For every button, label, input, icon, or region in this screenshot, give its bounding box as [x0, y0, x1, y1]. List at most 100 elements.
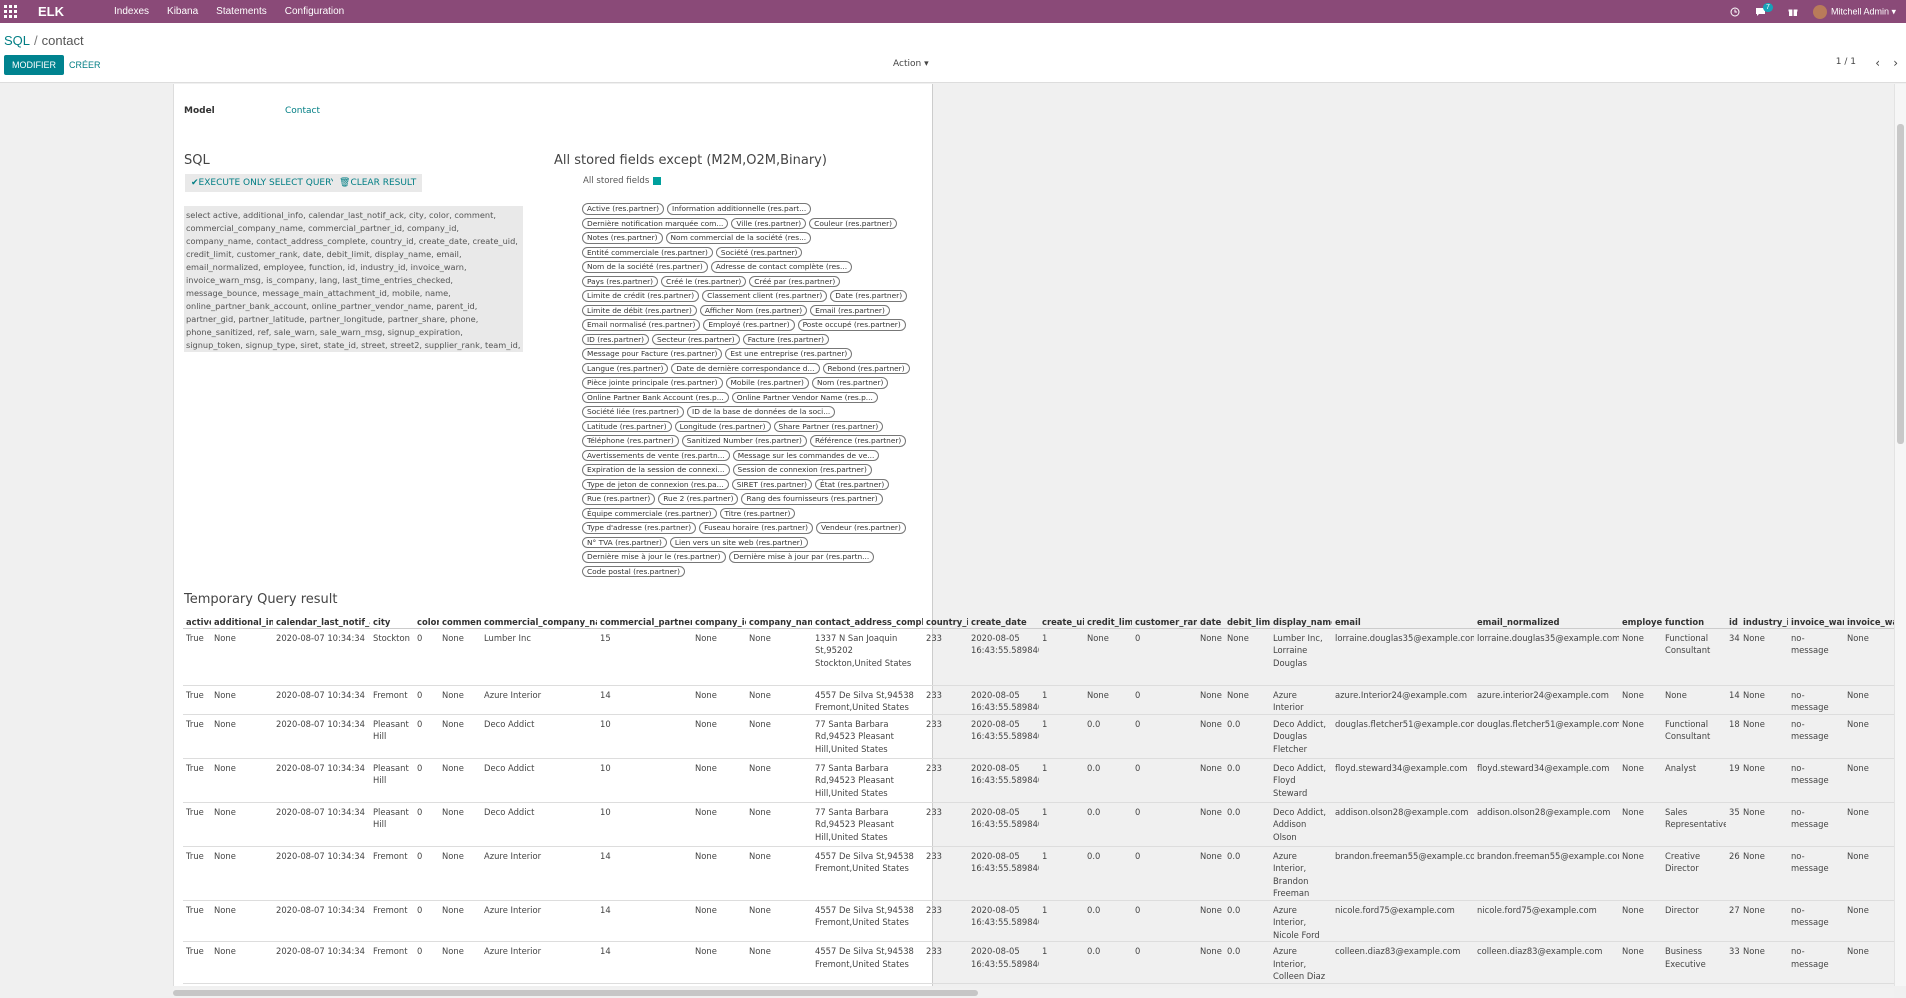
field-tag[interactable]: Secteur (res.partner) — [652, 333, 740, 345]
execute-select-query-button[interactable]: ✔EXECUTE ONLY SELECT QUERY — [185, 174, 343, 192]
clock-icon[interactable] — [1729, 6, 1741, 18]
action-dropdown[interactable]: Action ▾ — [893, 59, 929, 69]
field-tag[interactable]: Notes (res.partner) — [582, 232, 663, 244]
field-tag[interactable]: Vendeur (res.partner) — [816, 522, 906, 534]
field-tag[interactable]: Langue (res.partner) — [582, 362, 669, 374]
field-tag[interactable]: Mobile (res.partner) — [725, 377, 809, 389]
field-tag[interactable]: Créé par (res.partner) — [749, 275, 841, 287]
field-tag[interactable]: Pièce jointe principale (res.partner) — [582, 377, 723, 389]
breadcrumb-sql[interactable]: SQL — [4, 33, 30, 48]
field-tag[interactable]: Sanitized Number (res.partner) — [681, 435, 807, 447]
sql-query-field[interactable]: select active, additional_info, calendar… — [184, 206, 523, 352]
model-value[interactable]: Contact — [285, 106, 320, 116]
field-tag[interactable]: Facture (res.partner) — [742, 333, 830, 345]
table-cell: Azure Interior — [481, 900, 597, 942]
field-tag[interactable]: État (res.partner) — [815, 478, 890, 490]
field-tag[interactable]: Email normalisé (res.partner) — [582, 319, 701, 331]
field-tag[interactable]: Adresse de contact complète (res... — [710, 261, 853, 273]
field-tag[interactable]: Limite de crédit (res.partner) — [582, 290, 700, 302]
user-menu[interactable]: Mitchell Admin ▾ — [1812, 4, 1896, 19]
modify-button[interactable]: MODIFIER — [4, 55, 64, 75]
field-tag[interactable]: Rebond (res.partner) — [822, 362, 910, 374]
field-tag[interactable]: Nom (res.partner) — [811, 377, 889, 389]
field-tag[interactable]: Équipe commerciale (res.partner) — [582, 507, 717, 519]
gift-icon[interactable] — [1787, 6, 1799, 18]
field-tag[interactable]: Est une entreprise (res.partner) — [725, 348, 853, 360]
messages-icon[interactable]: 7 — [1755, 2, 1773, 18]
field-tag[interactable]: ID (res.partner) — [582, 333, 650, 345]
scrollbar-thumb[interactable] — [173, 990, 978, 996]
field-tag[interactable]: Share Partner (res.partner) — [773, 420, 884, 432]
horizontal-scrollbar[interactable] — [173, 988, 1894, 998]
app-brand[interactable]: ELK — [38, 4, 88, 19]
table-cell: 0.0 — [1224, 714, 1270, 759]
pager-value[interactable]: 1 / 1 — [1836, 57, 1856, 67]
field-tag[interactable]: Type de jeton de connexion (res.pa... — [582, 478, 729, 490]
table-cell: Fremont — [370, 685, 414, 715]
field-tag[interactable]: Employé (res.partner) — [703, 319, 795, 331]
table-cell: 0 — [414, 846, 439, 901]
all-stored-fields-toggle[interactable]: All stored fields — [583, 176, 662, 186]
scrollbar-thumb[interactable] — [1897, 124, 1904, 444]
field-tag[interactable]: Date de dernière correspondance d... — [671, 362, 820, 374]
field-tag[interactable]: N° TVA (res.partner) — [582, 536, 667, 548]
table-cell: None — [1619, 900, 1662, 942]
field-tag[interactable]: Société liée (res.partner) — [582, 406, 685, 418]
field-tag[interactable]: Latitude (res.partner) — [582, 420, 672, 432]
field-tag[interactable]: Session de connexion (res.partner) — [732, 464, 872, 476]
field-tag[interactable]: Lien vers un site web (res.partner) — [669, 536, 808, 548]
field-tag[interactable]: Avertissements de vente (res.partn... — [582, 449, 730, 461]
field-tag[interactable]: SIRET (res.partner) — [731, 478, 813, 490]
checkbox-checked-icon[interactable] — [653, 176, 662, 185]
field-tag[interactable]: Online Partner Bank Account (res.p... — [582, 391, 729, 403]
field-tag[interactable]: Couleur (res.partner) — [809, 217, 898, 229]
menu-item-kibana[interactable]: Kibana — [167, 6, 198, 17]
field-tag[interactable]: Entité commerciale (res.partner) — [582, 246, 713, 258]
field-tag[interactable]: Date (res.partner) — [830, 290, 908, 302]
field-tag[interactable]: Fuseau horaire (res.partner) — [699, 522, 814, 534]
field-tag[interactable]: Rue 2 (res.partner) — [658, 493, 739, 505]
table-cell: Deco Addict — [481, 758, 597, 803]
menu-item-configuration[interactable]: Configuration — [285, 6, 344, 17]
apps-grid-icon[interactable] — [4, 5, 24, 18]
chevron-left-icon[interactable]: ‹ — [1875, 56, 1880, 70]
field-tag[interactable]: Information additionnelle (res.part... — [667, 203, 812, 215]
field-tag[interactable]: Dernière mise à jour le (res.partner) — [582, 551, 726, 563]
user-name: Mitchell Admin — [1830, 5, 1889, 16]
field-tag[interactable]: Active (res.partner) — [582, 203, 665, 215]
field-tag[interactable]: Message sur les commandes de ve... — [732, 449, 880, 461]
field-tag[interactable]: Classement client (res.partner) — [702, 290, 828, 302]
menu-item-indexes[interactable]: Indexes — [114, 6, 149, 17]
field-tag[interactable]: Rue (res.partner) — [582, 493, 656, 505]
field-tag[interactable]: Limite de débit (res.partner) — [582, 304, 697, 316]
clear-result-button[interactable]: 🗑CLEAR RESULT — [333, 174, 423, 192]
field-tag[interactable]: Type d'adresse (res.partner) — [582, 522, 697, 534]
table-cell: None — [1619, 941, 1662, 984]
field-tag[interactable]: Message pour Facture (res.partner) — [582, 348, 723, 360]
table-cell: None — [1740, 846, 1788, 901]
field-tag[interactable]: Titre (res.partner) — [719, 507, 796, 519]
field-tag[interactable]: Ville (res.partner) — [731, 217, 807, 229]
field-tag[interactable]: Online Partner Vendor Name (res.p... — [731, 391, 878, 403]
vertical-scrollbar[interactable] — [1894, 84, 1906, 986]
field-tag[interactable]: Référence (res.partner) — [809, 435, 907, 447]
field-tag[interactable]: Dernière notification marquée com... — [582, 217, 729, 229]
field-tag[interactable]: Dernière mise à jour par (res.partn... — [728, 551, 875, 563]
field-tag[interactable]: Longitude (res.partner) — [674, 420, 771, 432]
field-tag[interactable]: Email (res.partner) — [810, 304, 890, 316]
field-tag[interactable]: Rang des fournisseurs (res.partner) — [741, 493, 883, 505]
field-tag[interactable]: Nom de la société (res.partner) — [582, 261, 708, 273]
field-tag[interactable]: Nom commercial de la société (res... — [665, 232, 812, 244]
field-tag[interactable]: Poste occupé (res.partner) — [797, 319, 906, 331]
create-button[interactable]: CRÉER — [65, 55, 105, 75]
field-tag[interactable]: ID de la base de données de la soci... — [687, 406, 836, 418]
field-tag[interactable]: Afficher Nom (res.partner) — [699, 304, 808, 316]
menu-item-statements[interactable]: Statements — [216, 6, 267, 17]
chevron-right-icon[interactable]: › — [1893, 56, 1898, 70]
field-tag[interactable]: Société (res.partner) — [715, 246, 803, 258]
field-tag[interactable]: Code postal (res.partner) — [582, 565, 685, 577]
field-tag[interactable]: Expiration de la session de connexi... — [582, 464, 730, 476]
field-tag[interactable]: Créé le (res.partner) — [661, 275, 747, 287]
field-tag[interactable]: Pays (res.partner) — [582, 275, 659, 287]
field-tag[interactable]: Téléphone (res.partner) — [582, 435, 679, 447]
